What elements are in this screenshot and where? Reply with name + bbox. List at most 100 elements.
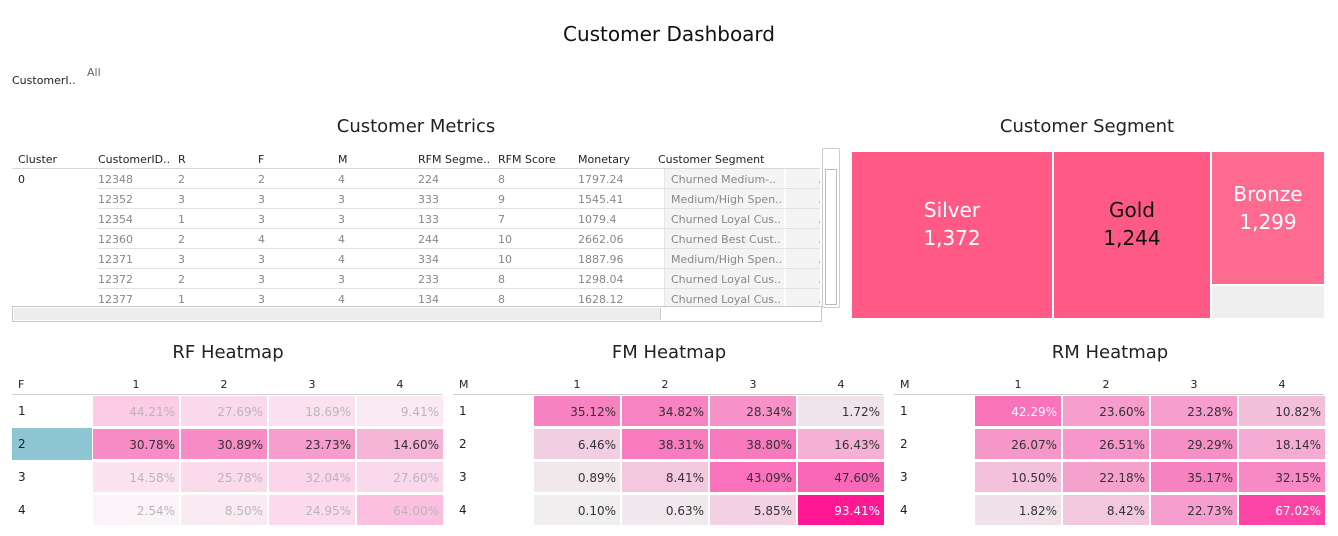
heatmap-cell[interactable]: 8.41% [621, 461, 709, 493]
col-header-m[interactable]: M [338, 153, 348, 166]
table-cell: 3 [258, 213, 265, 226]
heatmap-row-header[interactable]: 1 [900, 404, 908, 418]
heatmap-cell[interactable]: 5.85% [709, 494, 797, 526]
heatmap-cell[interactable]: 26.51% [1062, 428, 1150, 460]
heatmap-cell[interactable]: 32.04% [268, 461, 356, 493]
heatmap-cell[interactable]: 10.50% [974, 461, 1062, 493]
col-header-cluster[interactable]: Cluster [18, 153, 57, 166]
heatmap-cell[interactable]: 14.60% [356, 428, 444, 460]
filter-label: CustomerI.. [12, 74, 76, 87]
table-cell: 2 [258, 173, 265, 186]
heatmap-row-header[interactable]: 3 [18, 470, 26, 484]
heatmap-row-header[interactable]: 4 [18, 503, 26, 517]
table-cell: 8 [498, 293, 505, 306]
heatmap-cell[interactable]: 0.10% [533, 494, 621, 526]
heatmap-row-header[interactable]: 3 [900, 470, 908, 484]
heatmap-cell[interactable]: 2.54% [92, 494, 180, 526]
heatmap-cell[interactable]: 6.46% [533, 428, 621, 460]
table-row[interactable]: 12371334334101887.96Medium/High Spen..Ab [98, 249, 820, 269]
heatmap-cell[interactable]: 22.73% [1150, 494, 1238, 526]
table-row[interactable]: 1235233333391545.41Medium/High Spen..Ab [98, 189, 820, 209]
table-cell: 233 [418, 273, 439, 286]
heatmap-cell[interactable]: 27.69% [180, 395, 268, 427]
col-header-customer-segment[interactable]: Customer Segment [658, 153, 764, 166]
heatmap-cell[interactable]: 16.43% [797, 428, 885, 460]
heatmap-row-header[interactable]: 2 [459, 437, 467, 451]
heatmap-row-header[interactable]: 2 [18, 437, 26, 451]
heatmap-cell[interactable]: 8.42% [1062, 494, 1150, 526]
rf-heatmap-title: RF Heatmap [172, 342, 284, 363]
horizontal-scroll-thumb[interactable] [14, 308, 661, 320]
vertical-scrollbar[interactable] [822, 148, 840, 308]
heatmap-cell[interactable]: 18.14% [1238, 428, 1326, 460]
heatmap-cell[interactable]: 14.58% [92, 461, 180, 493]
table-row[interactable]: 1235413313371079.4Churned Loyal Cus..Ab [98, 209, 820, 229]
heatmap-cell[interactable]: 64.00% [356, 494, 444, 526]
heatmap-cell[interactable]: 35.12% [533, 395, 621, 427]
heatmap-cell[interactable]: 30.89% [180, 428, 268, 460]
col-header-r[interactable]: R [178, 153, 186, 166]
heatmap-cell[interactable]: 8.50% [180, 494, 268, 526]
table-row[interactable]: 12360244244102662.06Churned Best Cust..A… [98, 229, 820, 249]
segment-count: 1,299 [1239, 210, 1297, 234]
table-cell: 12352 [98, 193, 133, 206]
heatmap-cell[interactable]: 35.17% [1150, 461, 1238, 493]
filter-value[interactable]: All [87, 66, 101, 79]
heatmap-cell[interactable]: 67.02% [1238, 494, 1326, 526]
heatmap-cell[interactable]: 30.78% [92, 428, 180, 460]
table-cell: 333 [418, 193, 439, 206]
segment-tile-bronze[interactable]: Bronze 1,299 [1212, 152, 1324, 284]
customer-metrics-table[interactable]: Cluster CustomerID.. R F M RFM Segme.. R… [12, 148, 840, 323]
heatmap-cell[interactable]: 24.95% [268, 494, 356, 526]
table-row[interactable]: 1234822422481797.24Churned Medium-..Ab [98, 169, 820, 189]
heatmap-cell[interactable]: 38.31% [621, 428, 709, 460]
segment-tile-gold[interactable]: Gold 1,244 [1054, 152, 1210, 318]
table-cell: 244 [418, 233, 439, 246]
heatmap-cell[interactable]: 0.63% [621, 494, 709, 526]
heatmap-cell[interactable]: 27.60% [356, 461, 444, 493]
col-header-customer-id[interactable]: CustomerID.. [98, 153, 170, 166]
heatmap-cell[interactable]: 9.41% [356, 395, 444, 427]
table-row[interactable]: 1237223323381298.04Churned Loyal Cus..Ab [98, 269, 820, 289]
heatmap-row-header[interactable]: 2 [900, 437, 908, 451]
heatmap-cell[interactable]: 32.15% [1238, 461, 1326, 493]
heatmap-cell[interactable]: 43.09% [709, 461, 797, 493]
segment-tile-silver[interactable]: Silver 1,372 [852, 152, 1052, 318]
col-header-rfm-segment[interactable]: RFM Segme.. [418, 153, 490, 166]
truncated-cell: Ab [786, 249, 820, 268]
heatmap-cell[interactable]: 23.73% [268, 428, 356, 460]
heatmap-cell[interactable]: 23.28% [1150, 395, 1238, 427]
heatmap-row-header[interactable]: 4 [900, 503, 908, 517]
heatmap-cell[interactable]: 25.78% [180, 461, 268, 493]
heatmap-cell[interactable]: 26.07% [974, 428, 1062, 460]
heatmap-cell[interactable]: 23.60% [1062, 395, 1150, 427]
vertical-scroll-thumb[interactable] [825, 169, 837, 305]
horizontal-scrollbar[interactable] [12, 306, 822, 322]
heatmap-cell[interactable]: 28.34% [709, 395, 797, 427]
heatmap-cell[interactable]: 29.29% [1150, 428, 1238, 460]
heatmap-cell[interactable]: 34.82% [621, 395, 709, 427]
heatmap-cell[interactable]: 42.29% [974, 395, 1062, 427]
table-cell: 2 [178, 173, 185, 186]
heatmap-row-header[interactable]: 1 [18, 404, 26, 418]
heatmap-row-header[interactable]: 3 [459, 470, 467, 484]
heatmap-column-header: 3 [308, 378, 316, 391]
customer-segment-cell: Medium/High Spen.. [664, 189, 784, 208]
heatmap-cell[interactable]: 1.82% [974, 494, 1062, 526]
customer-segment-cell: Churned Loyal Cus.. [664, 209, 784, 228]
heatmap-row-header[interactable]: 4 [459, 503, 467, 517]
heatmap-cell[interactable]: 10.82% [1238, 395, 1326, 427]
heatmap-cell[interactable]: 38.80% [709, 428, 797, 460]
heatmap-cell[interactable]: 44.21% [92, 395, 180, 427]
heatmap-cell[interactable]: 47.60% [797, 461, 885, 493]
heatmap-cell[interactable]: 0.89% [533, 461, 621, 493]
col-header-f[interactable]: F [258, 153, 264, 166]
heatmap-cell[interactable]: 1.72% [797, 395, 885, 427]
heatmap-cell[interactable]: 93.41% [797, 494, 885, 526]
col-header-monetary[interactable]: Monetary [578, 153, 630, 166]
heatmap-row-header[interactable]: 1 [459, 404, 467, 418]
heatmap-cell[interactable]: 22.18% [1062, 461, 1150, 493]
table-cell: 1 [178, 213, 185, 226]
heatmap-cell[interactable]: 18.69% [268, 395, 356, 427]
col-header-rfm-score[interactable]: RFM Score [498, 153, 556, 166]
